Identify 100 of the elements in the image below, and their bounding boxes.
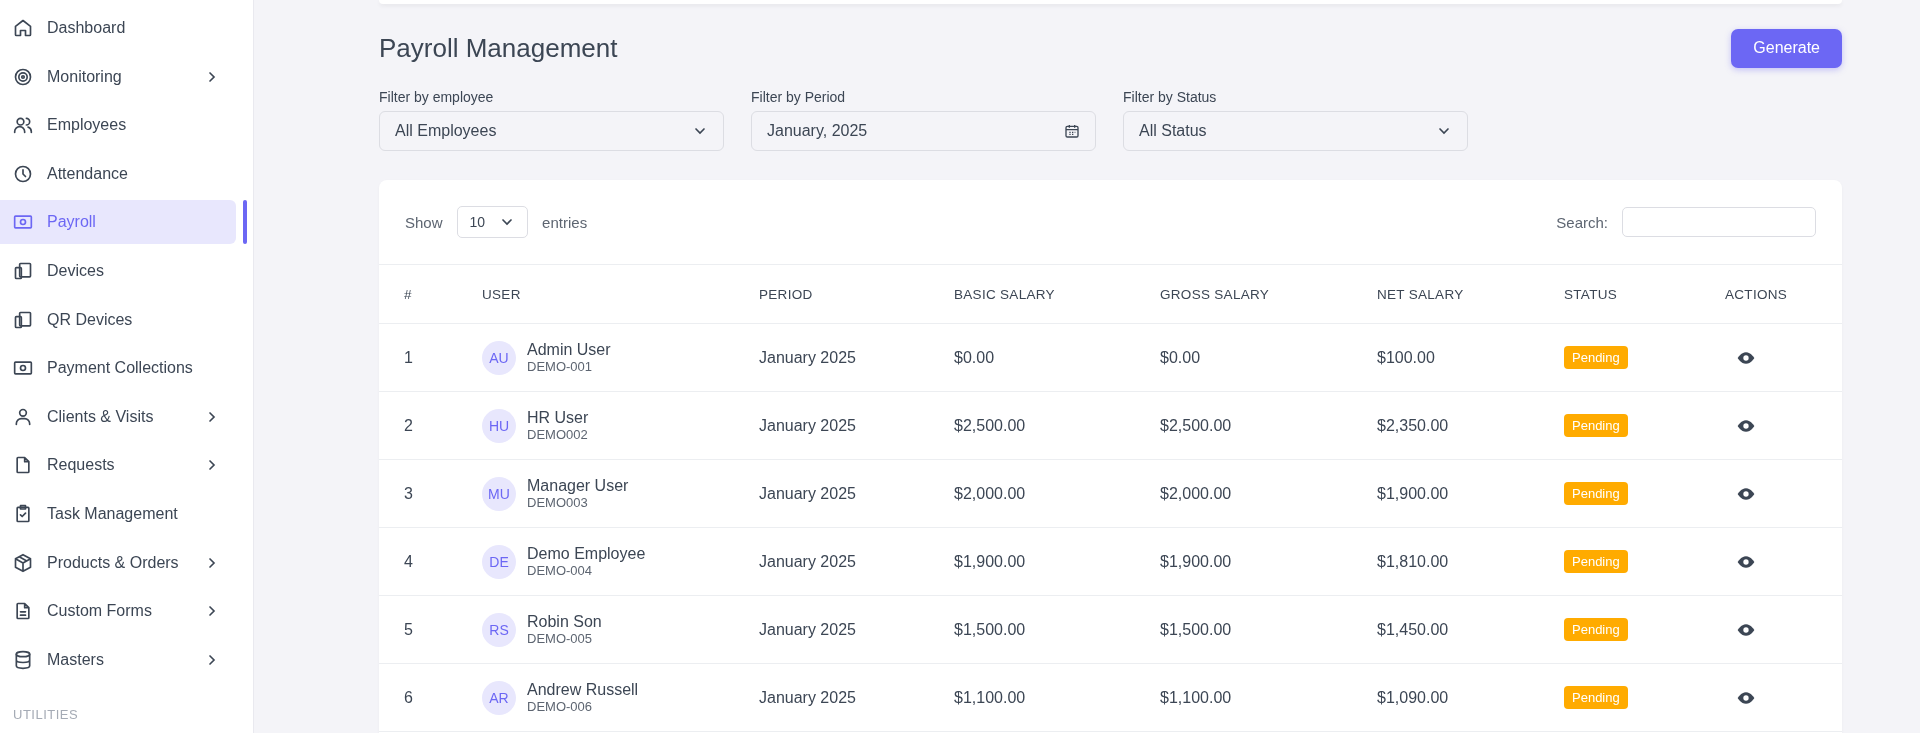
entries-label: entries [542,213,588,231]
table-cell-text: $1,900.00 [1160,552,1233,571]
filter-label: Filter by employee [379,89,495,105]
column-header: PERIOD [759,286,814,302]
sidebar-item[interactable]: Payment Collections [0,346,236,391]
user-code: DEMO002 [527,427,589,442]
table-cell-text: $0.00 [1160,348,1202,367]
user-code: DEMO-005 [527,631,594,646]
calendar-icon [1064,123,1080,139]
table-cell-text: $100.00 [1377,348,1436,367]
avatar-initials: DE [482,544,516,579]
column-header: GROSS SALARY [1160,286,1271,302]
search-label: Search: [1556,213,1608,231]
status-badge: Pending [1564,414,1628,437]
table-cell-text: January 2025 [759,552,857,571]
page-size-dropdown[interactable]: 10 [456,206,529,238]
sidebar-item[interactable]: Attendance [0,151,236,196]
avatar-initials: RS [482,612,516,647]
date-field[interactable]: January, 2025 [751,111,1096,151]
status-badge: Pending [1564,346,1628,369]
user-code: DEMO-004 [527,563,594,578]
sidebar-item[interactable]: Clients & Visits [0,394,236,439]
column-header: # [404,286,413,302]
column-header: NET SALARY [1377,286,1465,302]
table-cell-text: $0.00 [954,348,996,367]
page-title: Payroll Management [379,32,618,64]
user-name: HR User [527,409,589,427]
dropdown-field[interactable]: All Employees [379,111,724,151]
user-name: Demo Employee [527,545,646,563]
table-cell-text: $1,450.00 [1377,620,1450,639]
column-header: ACTIONS [1725,286,1789,302]
clock-icon [13,163,33,184]
table-cell-text: $1,100.00 [1160,688,1233,707]
user-code: DEMO-006 [527,699,594,714]
table-cell-text: $1,090.00 [1377,688,1450,707]
filter-label: Filter by Period [751,89,847,105]
table-cell-text: $1,900.00 [954,552,1027,571]
table-cell-text: $1,900.00 [1377,484,1450,503]
avatar-initials: AR [482,680,516,715]
table-cell-text: 6 [404,688,414,707]
status-badge: Pending [1564,686,1628,709]
table-cell-text: $1,500.00 [1160,620,1233,639]
avatar-initials: AU [482,340,516,375]
home-icon [13,18,33,38]
avatar-initials: MU [482,476,516,511]
sidebar-item[interactable]: Devices [0,248,236,293]
user-name: Robin Son [527,613,602,631]
section-heading: UTILITIES [12,706,80,725]
table-cell-text: January 2025 [759,620,857,639]
user-name: Admin User [527,341,611,359]
table-cell-text: $2,500.00 [1160,416,1233,435]
table-cell-text: 1 [404,348,414,367]
avatar-initials: HU [482,408,516,443]
sidebar-item[interactable]: Requests [0,443,236,488]
table-cell-text: $2,000.00 [1160,484,1233,503]
sidebar-item[interactable]: Monitoring [0,54,236,99]
sidebar-item[interactable]: Task Management [0,491,236,536]
table-cell-text: January 2025 [759,348,857,367]
table-cell-text: 2 [404,416,414,435]
table-cell-text: 3 [404,484,414,503]
user-name: Manager User [527,477,629,495]
sidebar-item[interactable]: QR Devices [0,297,236,342]
devices-icon [13,309,33,330]
table-cell-text: January 2025 [759,484,857,503]
search-field[interactable] [1622,207,1816,237]
dropdown-field[interactable]: All Status [1123,111,1468,151]
sidebar-item[interactable]: Masters [0,637,236,682]
sidebar-item[interactable]: Employees [0,103,236,148]
devices-icon [13,260,33,281]
target-icon [13,66,33,87]
table-cell-text: $2,500.00 [954,416,1027,435]
sidebar-item[interactable]: Custom Forms [0,589,236,634]
column-header: STATUS [1564,286,1619,302]
user-name: Andrew Russell [527,681,639,699]
table-cell-text: $2,350.00 [1377,416,1450,435]
generate-button[interactable]: Generate [1731,28,1842,68]
show-label: Show [405,213,443,231]
table-cell-text: 4 [404,552,414,571]
filter-label: Filter by Status [1123,89,1218,105]
table-cell-text: $1,500.00 [954,620,1027,639]
table-cell-text: $2,000.00 [954,484,1027,503]
status-badge: Pending [1564,618,1628,641]
table-cell-text: January 2025 [759,416,857,435]
document-icon [13,601,33,622]
table-cell-text: January 2025 [759,688,857,707]
table-cell-text: 5 [404,620,414,639]
active-indicator [243,200,247,245]
table-cell-text: $1,810.00 [1377,552,1450,571]
column-header: USER [482,286,522,302]
column-header: BASIC SALARY [954,286,1056,302]
clipboard-check-icon [13,503,33,524]
user-icon [13,406,33,427]
sidebar-item[interactable]: Dashboard [0,6,236,50]
status-badge: Pending [1564,482,1628,505]
sidebar-item[interactable]: Products & Orders [0,540,236,585]
box-icon [13,552,33,573]
users-icon [13,115,33,136]
database-icon [13,649,33,670]
user-code: DEMO-001 [527,359,594,374]
table-cell-text: $1,100.00 [954,688,1027,707]
